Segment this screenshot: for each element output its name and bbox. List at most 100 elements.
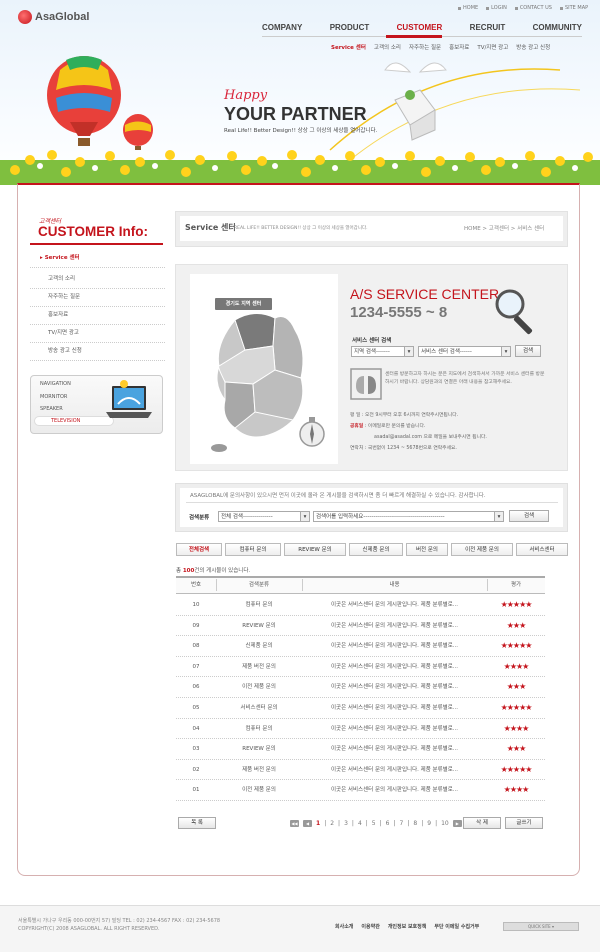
- sub-nav: Service 센터 고객의 소리 자주하는 질문 홍보자료 TV/지면 광고 …: [331, 43, 550, 51]
- chevron-down-icon: ▾: [501, 347, 510, 356]
- tab-old-product[interactable]: 이전 제품 문의: [451, 543, 513, 556]
- lnb-item-tv-ads[interactable]: TV/지면 광고: [30, 324, 165, 343]
- as-search-button[interactable]: 검색: [515, 345, 541, 357]
- row-content[interactable]: 이곳은 서비스센터 문의 게시판입니다. 제품 분류별로...: [302, 760, 487, 780]
- util-contact-link[interactable]: CONTACT US: [514, 5, 552, 11]
- count-suffix: 건의 게시물이 있습니다.: [194, 568, 251, 574]
- page-8[interactable]: 8: [413, 820, 417, 827]
- subnav-service-center[interactable]: Service 센터: [331, 43, 366, 51]
- footer-link-about[interactable]: 회사소개: [335, 923, 353, 930]
- row-content[interactable]: 이곳은 서비스센터 문의 게시판입니다. 제품 분류별로...: [302, 636, 487, 656]
- lnb-item-pr[interactable]: 홍보자료: [30, 306, 165, 325]
- bullet-icon: [514, 6, 518, 10]
- tab-new-product[interactable]: 신제품 문의: [349, 543, 403, 556]
- sidebox-speaker[interactable]: SPEAKER: [40, 406, 63, 412]
- row-content[interactable]: 이곳은 서비스센터 문의 게시판입니다. 제품 분류별로...: [302, 595, 487, 615]
- row-rating-stars: ★★★★: [503, 785, 530, 795]
- winged-box-icon: [384, 62, 447, 141]
- row-number: 07: [192, 663, 200, 670]
- page-10[interactable]: 10: [441, 820, 449, 827]
- table-row[interactable]: 01 이전 제품 문의 이곳은 서비스센터 문의 게시판입니다. 제품 분류별로..…: [176, 780, 545, 801]
- tab-service-center[interactable]: 서비스센터: [516, 543, 568, 556]
- first-page-icon[interactable]: ◀◀: [290, 820, 299, 827]
- row-number: 05: [192, 705, 200, 711]
- page-3[interactable]: 3: [344, 820, 348, 827]
- list-button[interactable]: 목 록: [178, 817, 216, 829]
- subnav-pr[interactable]: 홍보자료: [449, 43, 469, 51]
- subnav-tv-ads[interactable]: TV/지면 광고: [477, 43, 508, 51]
- table-row[interactable]: 07 제품 버전 문의 이곳은 서비스센터 문의 게시판입니다. 제품 분류별로..…: [176, 657, 545, 678]
- table-row[interactable]: 08 신제품 문의 이곳은 서비스센터 문의 게시판입니다. 제품 분류별로... ★…: [176, 636, 545, 657]
- table-row[interactable]: 03 REVIEW 문의 이곳은 서비스센터 문의 게시판입니다. 제품 분류별로.…: [176, 739, 545, 760]
- row-content[interactable]: 이곳은 서비스센터 문의 게시판입니다. 제품 분류별로...: [302, 698, 487, 718]
- lnb-item-label: 자주하는 질문: [48, 294, 81, 300]
- row-number: 09: [192, 622, 200, 629]
- lnb-item-customer-voice[interactable]: 고객의 소리: [30, 270, 165, 289]
- sidebox-monitor[interactable]: MORNITOR: [40, 394, 67, 400]
- delete-button[interactable]: 삭 제: [463, 817, 501, 829]
- service-search-label: 서비스 센터 검색: [352, 338, 392, 344]
- row-category: REVIEW 문의: [242, 746, 276, 753]
- row-category: 컴퓨터 문의: [245, 725, 273, 732]
- footer-link-terms[interactable]: 이용약관: [361, 923, 379, 930]
- row-content[interactable]: 이곳은 서비스센터 문의 게시판입니다. 제품 분류별로...: [302, 677, 487, 697]
- footer-link-email-policy[interactable]: 무단 이메일 수집거부: [434, 923, 479, 930]
- center-select[interactable]: 서비스 센터 검색------ ▾: [418, 346, 511, 357]
- page-5[interactable]: 5: [372, 820, 376, 827]
- table-row[interactable]: 10 컴퓨터 문의 이곳은 서비스센터 문의 게시판입니다. 제품 분류별로... ★…: [176, 595, 545, 616]
- row-content[interactable]: 이곳은 서비스센터 문의 게시판입니다. 제품 분류별로...: [302, 657, 487, 677]
- row-content[interactable]: 이곳은 서비스센터 문의 게시판입니다. 제품 분류별로...: [302, 616, 487, 636]
- lnb-item-faq[interactable]: 자주하는 질문: [30, 288, 165, 307]
- category-select[interactable]: 전체 검색--------------- ▾: [218, 511, 310, 522]
- page-9[interactable]: 9: [427, 820, 431, 827]
- row-category: 컴퓨터 문의: [245, 602, 273, 608]
- lnb-item-service-center[interactable]: ▸ Service 센터: [30, 249, 165, 268]
- nav-customer[interactable]: CUSTOMER: [397, 23, 443, 32]
- table-row[interactable]: 02 제품 버전 문의 이곳은 서비스센터 문의 게시판입니다. 제품 분류별로..…: [176, 760, 545, 781]
- site-logo[interactable]: AsaGlobal: [18, 10, 89, 24]
- board-search-button[interactable]: 검색: [509, 510, 549, 522]
- write-button[interactable]: 글쓰기: [505, 817, 543, 829]
- nav-company[interactable]: COMPANY: [262, 23, 302, 32]
- row-content[interactable]: 이곳은 서비스센터 문의 게시판입니다. 제품 분류별로...: [302, 719, 487, 739]
- row-number: 06: [192, 684, 200, 691]
- page-subtitle: REAL LIFE!! BETTER DESIGN!! 상상 그 이상의 세상을…: [234, 226, 368, 231]
- table-row[interactable]: 04 컴퓨터 문의 이곳은 서비스센터 문의 게시판입니다. 제품 분류별로... ★…: [176, 719, 545, 740]
- page-title: Service 센터: [185, 223, 236, 232]
- util-sitemap-link[interactable]: SITE MAP: [559, 5, 588, 11]
- sidebox-television[interactable]: TELEVISION: [34, 416, 114, 426]
- page-2[interactable]: 2: [330, 820, 334, 827]
- footer-link-privacy[interactable]: 개인정보 보호정책: [388, 923, 427, 930]
- table-row[interactable]: 05 서비스센터 문의 이곳은 서비스센터 문의 게시판입니다. 제품 분류별로..…: [176, 698, 545, 719]
- page-7[interactable]: 7: [400, 820, 404, 827]
- subnav-customer-voice[interactable]: 고객의 소리: [374, 43, 401, 51]
- table-row[interactable]: 06 이전 제품 문의 이곳은 서비스센터 문의 게시판입니다. 제품 분류별로..…: [176, 677, 545, 698]
- nav-recruit[interactable]: RECRUIT: [470, 23, 506, 32]
- map-region-label: 경기도 지역 센터: [215, 298, 272, 310]
- sidebox-navigation[interactable]: NAVIGATION: [40, 381, 71, 387]
- nav-community[interactable]: COMMUNITY: [533, 23, 582, 32]
- lnb-item-broadcast-ads[interactable]: 방송 광고 신청: [30, 342, 165, 361]
- util-home-link[interactable]: HOME: [458, 5, 478, 11]
- page-4[interactable]: 4: [358, 820, 362, 827]
- keyword-select[interactable]: 검색어를 입력하세요------------------------------…: [313, 511, 504, 522]
- tab-computer[interactable]: 컴퓨터 문의: [225, 543, 281, 556]
- tab-all[interactable]: 전체검색: [176, 543, 222, 556]
- next-page-icon[interactable]: ▶: [452, 820, 462, 827]
- region-select[interactable]: 지역 검색------- ▾: [351, 346, 414, 357]
- page-1[interactable]: 1: [316, 820, 320, 827]
- subnav-faq[interactable]: 자주하는 질문: [409, 43, 441, 51]
- laptop-icon: [106, 380, 152, 418]
- util-login-link[interactable]: LOGIN: [486, 5, 507, 11]
- quick-site-select[interactable]: QUICK SITE ▾: [503, 922, 579, 931]
- row-content[interactable]: 이곳은 서비스센터 문의 게시판입니다. 제품 분류별로...: [302, 739, 487, 759]
- tab-version[interactable]: 버전 문의: [406, 543, 448, 556]
- prev-page-icon[interactable]: ◀: [303, 820, 312, 827]
- row-content[interactable]: 이곳은 서비스센터 문의 게시판입니다. 제품 분류별로...: [302, 780, 487, 800]
- search-message: ASAGLOBAL에 문의사항이 있으시면 먼저 이곳에 올라 온 게시물을 검…: [190, 493, 486, 499]
- nav-product[interactable]: PRODUCT: [330, 23, 370, 32]
- tab-review[interactable]: REVIEW 문의: [284, 543, 346, 556]
- table-row[interactable]: 09 REVIEW 문의 이곳은 서비스센터 문의 게시판입니다. 제품 분류별로.…: [176, 616, 545, 637]
- page-6[interactable]: 6: [386, 820, 390, 827]
- subnav-broadcast-ads[interactable]: 방송 광고 신청: [516, 43, 550, 51]
